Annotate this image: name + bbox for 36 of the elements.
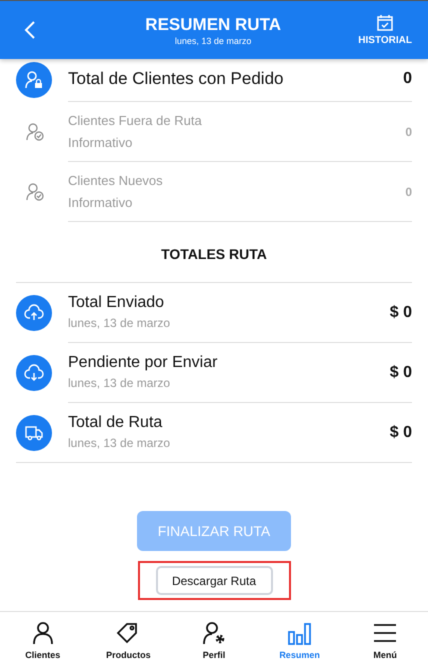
total-date: lunes, 13 de marzo bbox=[68, 375, 172, 392]
nav-tab[interactable]: Resumen bbox=[256, 612, 342, 668]
total-label: Total Enviado bbox=[68, 293, 166, 313]
user-check-icon bbox=[25, 122, 45, 142]
total-date: lunes, 13 de marzo bbox=[68, 435, 170, 452]
user-lock-icon bbox=[16, 62, 52, 98]
nav-tab[interactable]: Clientes bbox=[0, 612, 86, 668]
total-label: Total de Ruta bbox=[68, 413, 164, 433]
nav-tab[interactable]: Productos bbox=[86, 612, 172, 668]
row-label: Total de Clientes con Pedido bbox=[68, 69, 284, 89]
total-amount: $ 0 bbox=[390, 364, 412, 382]
bar-chart-icon bbox=[286, 620, 313, 646]
row-label: Clientes Nuevos bbox=[68, 172, 163, 190]
nav-tab[interactable]: Menú bbox=[342, 612, 428, 668]
row-label: Clientes Fuera de Ruta bbox=[68, 112, 202, 130]
screen-title: RESUMEN RUTA bbox=[145, 14, 281, 34]
nav-tab[interactable]: Perfil bbox=[171, 612, 257, 668]
total-date: lunes, 13 de marzo bbox=[68, 315, 170, 332]
row-sublabel: Informativo bbox=[68, 194, 134, 212]
total-amount: $ 0 bbox=[390, 304, 412, 322]
row-value: 0 bbox=[405, 184, 412, 198]
cloud-upload-icon bbox=[16, 295, 52, 331]
calendar-icon bbox=[376, 14, 394, 32]
history-button[interactable]: HISTORIAL bbox=[358, 14, 412, 46]
row-sublabel: Informativo bbox=[68, 134, 134, 152]
screen-date: lunes, 13 de marzo bbox=[174, 36, 252, 46]
total-amount: $ 0 bbox=[390, 424, 412, 442]
total-label: Pendiente por Enviar bbox=[68, 353, 218, 373]
row-value: 0 bbox=[403, 70, 412, 88]
truck-icon bbox=[16, 415, 52, 451]
section-title: TOTALES RUTA bbox=[16, 222, 412, 283]
row-value: 0 bbox=[405, 124, 412, 138]
download-route-button[interactable]: Descargar Ruta bbox=[156, 566, 272, 595]
user-gear-icon bbox=[200, 620, 227, 646]
cloud-download-icon bbox=[16, 355, 52, 391]
user-check-icon bbox=[25, 182, 45, 202]
